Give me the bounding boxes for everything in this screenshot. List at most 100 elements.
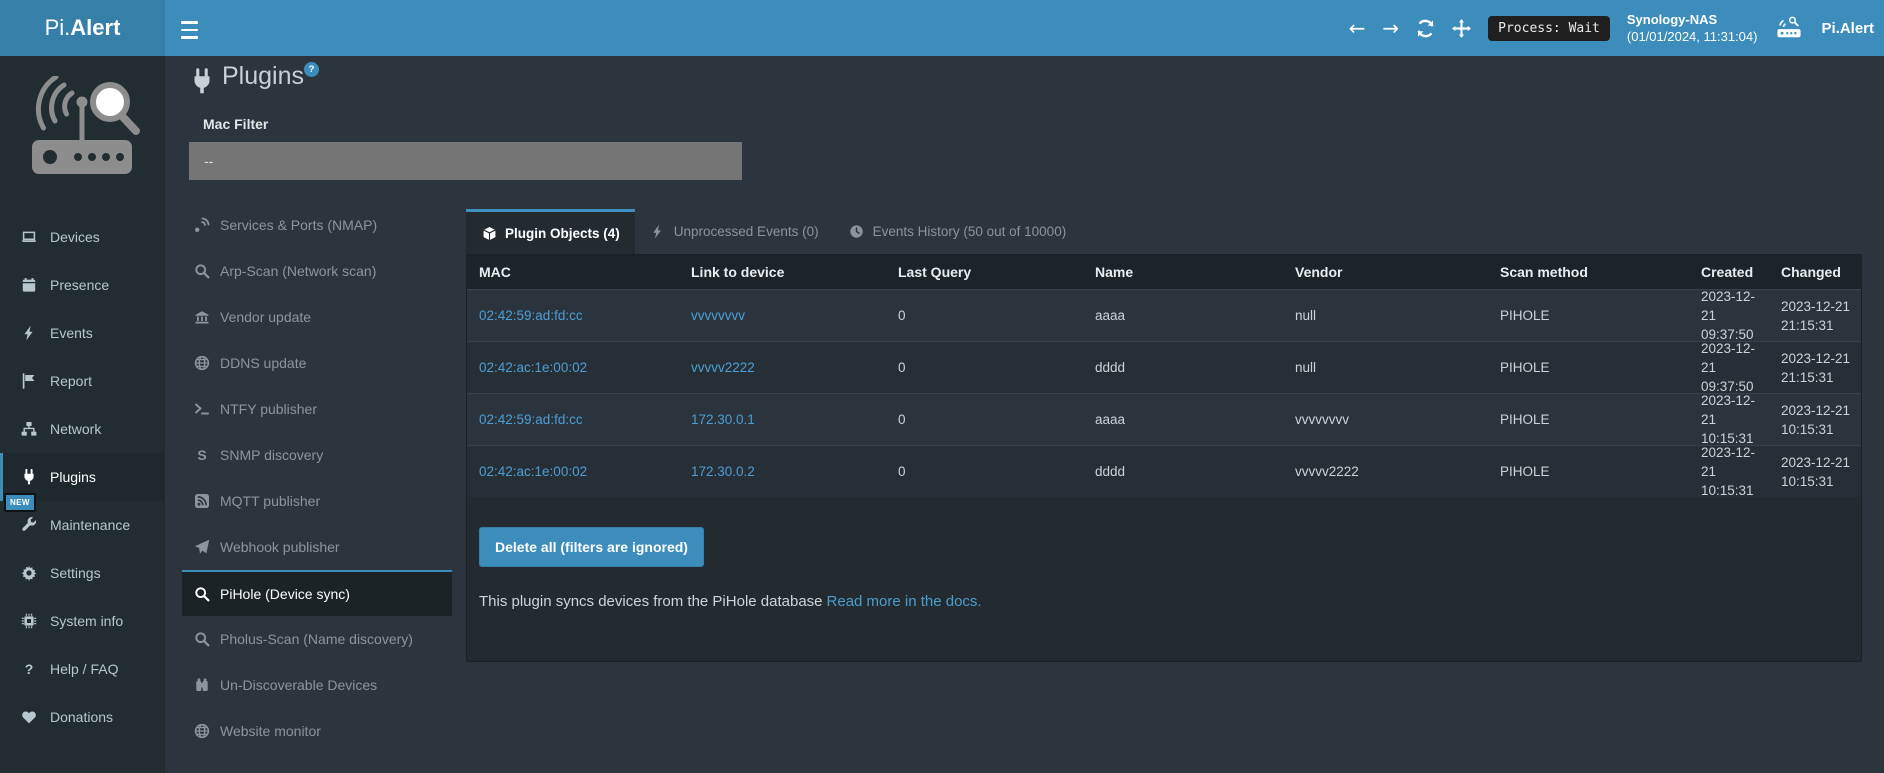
sidebar: Devices Presence Events Repor [0, 56, 165, 773]
sidebar-item-label: Plugins [50, 469, 96, 485]
tab[interactable]: Events History (50 out of 10000) [834, 209, 1082, 254]
flag-icon [20, 373, 38, 389]
tab[interactable]: Unprocessed Events (0) [635, 209, 834, 254]
created-value: 2023-12-21 10:15:31 [1689, 394, 1769, 445]
chip-icon [20, 613, 38, 629]
mac-filter-select[interactable]: -- [189, 142, 742, 180]
created-value: 2023-12-21 09:37:50 [1689, 342, 1769, 393]
header-controls: ← → Process: Wait Synology-NAS (01/01/20… [1349, 0, 1874, 56]
refresh-icon[interactable] [1416, 19, 1435, 38]
last-query-value: 0 [898, 412, 906, 427]
plugin-nav-item[interactable]: Pholus-Scan (Name discovery) [182, 616, 452, 662]
column-header-scan-method: Scan method [1488, 255, 1689, 289]
plugin-nav-item[interactable]: Arp-Scan (Network scan) [182, 248, 452, 294]
mac-link[interactable]: 02:42:ac:1e:00:02 [479, 360, 587, 375]
device-link[interactable]: 172.30.0.1 [691, 412, 755, 427]
sidebar-item-label: Devices [50, 229, 100, 245]
plugin-nav-label: Vendor update [220, 309, 311, 325]
plugin-nav-list: Services & Ports (NMAP) Arp-Scan (Networ… [182, 202, 452, 754]
forward-arrow-icon[interactable]: → [1382, 18, 1399, 38]
plugin-tabs: Plugin Objects (4) Unprocessed Events (0… [466, 209, 1081, 254]
plugin-nav-item[interactable]: DDNS update [182, 340, 452, 386]
laptop-icon [20, 229, 38, 245]
plugin-description: This plugin syncs devices from the PiHol… [479, 593, 982, 610]
created-value: 2023-12-21 10:15:31 [1689, 446, 1769, 497]
created-value: 2023-12-21 09:37:50 [1689, 290, 1769, 341]
sidebar-item[interactable]: NEW Maintenance [0, 501, 165, 549]
column-header-created: Created [1689, 255, 1769, 289]
plugin-nav-label: Webhook publisher [220, 539, 340, 555]
plugin-objects-panel: MAC Link to device Last Query Name Vendo… [466, 254, 1862, 662]
plugin-nav-label: Un-Discoverable Devices [220, 677, 377, 693]
delete-all-button[interactable]: Delete all (filters are ignored) [479, 527, 704, 567]
header-device-name: Pi.Alert [1821, 20, 1874, 37]
mac-filter-label: Mac Filter [203, 116, 268, 132]
sidebar-item[interactable]: Report [0, 357, 165, 405]
mac-link[interactable]: 02:42:59:ad:fd:cc [479, 308, 583, 323]
plugin-nav-label: PiHole (Device sync) [220, 586, 350, 602]
device-link[interactable]: vvvvvvvv [691, 308, 745, 323]
sidebar-item[interactable]: ? Help / FAQ [0, 645, 165, 693]
sidebar-item[interactable]: Presence [0, 261, 165, 309]
tab[interactable]: Plugin Objects (4) [466, 209, 635, 254]
app-logo[interactable]: Pi.Alert [0, 0, 165, 56]
plugin-nav-item[interactable]: Services & Ports (NMAP) [182, 202, 452, 248]
plugin-nav-item[interactable]: Vendor update [182, 294, 452, 340]
search-icon [193, 631, 211, 647]
plugin-nav-item[interactable]: S SNMP discovery [182, 432, 452, 478]
mac-filter-value: -- [204, 153, 213, 169]
sidebar-item[interactable]: Donations [0, 693, 165, 741]
column-header-name: Name [1083, 255, 1283, 289]
terminal-icon [193, 401, 211, 417]
back-arrow-icon[interactable]: ← [1349, 18, 1366, 38]
tab-label: Unprocessed Events (0) [674, 224, 819, 239]
device-link[interactable]: vvvvv2222 [691, 360, 755, 375]
changed-value: 2023-12-21 10:15:31 [1769, 446, 1861, 497]
column-header-vendor: Vendor [1283, 255, 1488, 289]
sidebar-item[interactable]: Events [0, 309, 165, 357]
help-badge[interactable]: ? [304, 62, 319, 77]
plugin-nav-item[interactable]: Un-Discoverable Devices [182, 662, 452, 708]
column-header-link: Link to device [679, 255, 886, 289]
sidebar-menu: Devices Presence Events Repor [0, 213, 165, 741]
plugin-nav-item[interactable]: Website monitor [182, 708, 452, 754]
plugin-description-text: This plugin syncs devices from the PiHol… [479, 593, 823, 610]
search-icon [193, 586, 211, 602]
vendor-value: null [1295, 308, 1316, 323]
sidebar-item[interactable]: Settings [0, 549, 165, 597]
column-header-mac: MAC [467, 255, 679, 289]
sidebar-item[interactable]: System info [0, 597, 165, 645]
sidebar-toggle-button[interactable] [181, 19, 201, 41]
table-header-row: MAC Link to device Last Query Name Vendo… [467, 255, 1861, 289]
gear-icon [20, 565, 38, 581]
question-icon: ? [20, 661, 38, 677]
bolt-icon [20, 325, 38, 341]
sidebar-item-label: Events [50, 325, 93, 341]
satellite-icon [193, 217, 211, 233]
sidebar-item-label: Settings [50, 565, 101, 581]
scan-method-value: PIHOLE [1500, 308, 1550, 323]
plugin-nav-label: Arp-Scan (Network scan) [220, 263, 376, 279]
plugin-nav-item[interactable]: Webhook publisher [182, 524, 452, 570]
tab-label: Events History (50 out of 10000) [873, 224, 1067, 239]
sidebar-item[interactable]: Network [0, 405, 165, 453]
mac-link[interactable]: 02:42:ac:1e:00:02 [479, 464, 587, 479]
plugin-nav-item[interactable]: NTFY publisher [182, 386, 452, 432]
plugin-nav-item[interactable]: PiHole (Device sync) [182, 570, 452, 616]
vendor-value: null [1295, 360, 1316, 375]
table-row: 02:42:ac:1e:00:02 172.30.0.2 0 dddd vvvv… [467, 445, 1861, 497]
clock-icon [849, 224, 865, 240]
device-link[interactable]: 172.30.0.2 [691, 464, 755, 479]
sitemap-icon [20, 421, 38, 437]
nas-name: Synology-NAS [1627, 11, 1758, 28]
pialert-logo-image [22, 76, 142, 186]
sidebar-item-label: Network [50, 421, 101, 437]
sidebar-item[interactable]: Devices [0, 213, 165, 261]
new-badge: NEW [4, 493, 36, 512]
mac-link[interactable]: 02:42:59:ad:fd:cc [479, 412, 583, 427]
move-arrows-icon[interactable] [1452, 19, 1471, 38]
plugin-nav-item[interactable]: MQTT publisher [182, 478, 452, 524]
hamburger-icon [181, 21, 198, 24]
docs-link[interactable]: Read more in the docs. [827, 593, 982, 610]
heart-icon [20, 709, 38, 725]
